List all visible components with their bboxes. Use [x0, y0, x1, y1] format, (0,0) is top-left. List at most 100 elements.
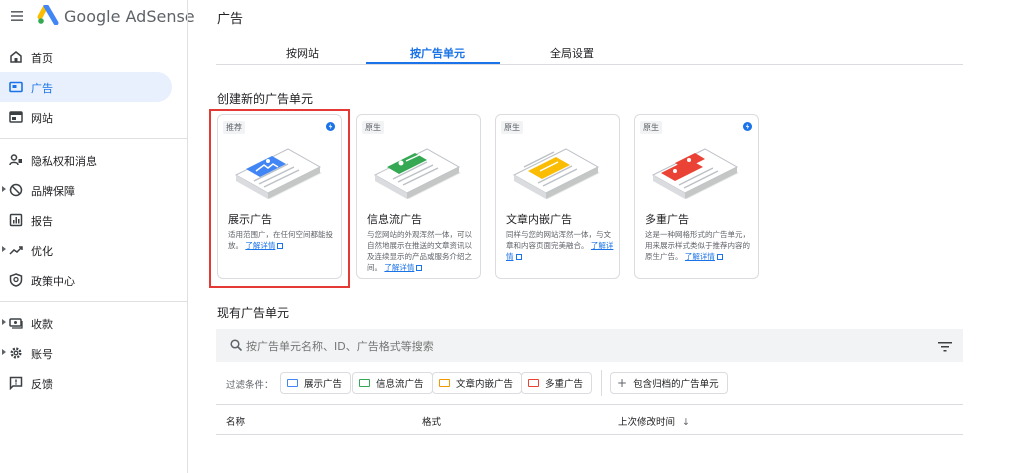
sidebar-item-label: 报告	[31, 215, 53, 228]
card-description: 与您网站的外观浑然一体，可以自然地展示在推送的文章资讯以及连续显示的产品或服务介…	[367, 229, 475, 273]
card-badge: 原生	[501, 121, 523, 134]
sidebar-item-label: 网站	[31, 112, 53, 125]
sidebar-item-label: 收款	[31, 318, 53, 331]
reports-icon	[9, 213, 23, 227]
multiplex-ad-illustration-icon	[651, 148, 739, 199]
tab-by-site[interactable]: 按网站	[286, 45, 319, 61]
external-link-icon	[716, 254, 723, 260]
sites-icon	[9, 111, 23, 123]
sidebar-item-payments[interactable]: 收款	[0, 308, 172, 338]
sidebar-item-label: 广告	[31, 82, 53, 95]
search-input[interactable]	[246, 336, 846, 356]
sidebar: 首页 广告 网站 隐私权和消息 品牌保障 报告 优化 政策中心 收款 账号 反馈	[0, 42, 187, 398]
adsense-logo-icon[interactable]	[37, 5, 59, 25]
ad-units-table-header: 名称 格式 上次修改时间 ↓	[216, 404, 963, 435]
sidebar-item-label: 优化	[31, 245, 53, 258]
sidebar-divider	[187, 34, 188, 473]
sidebar-item-label: 首页	[31, 52, 53, 65]
card-description: 同样与您的网站浑然一体，与文章和内容页面完美融合。 了解详情	[506, 229, 614, 262]
sidebar-item-label: 政策中心	[31, 275, 75, 288]
top-bar: Google AdSense 广告	[0, 0, 1024, 34]
in-feed-ad-illustration-icon	[373, 148, 461, 199]
sidebar-item-ads[interactable]: 广告	[0, 72, 172, 102]
create-section-title: 创建新的广告单元	[217, 92, 314, 106]
payments-icon	[9, 318, 23, 329]
ad-type-card-in-feed[interactable]: 原生 信息流广告 与您网站的外观浑然一体，可以自然地展示在推送的文章资讯以及连续…	[356, 114, 481, 279]
filter-chip-display[interactable]: 展示广告	[280, 372, 352, 394]
sidebar-item-label: 反馈	[31, 378, 53, 391]
sidebar-item-home[interactable]: 首页	[0, 42, 172, 72]
learn-more-link[interactable]: 了解详情	[384, 263, 414, 272]
sidebar-separator	[0, 301, 187, 302]
expand-arrow-icon[interactable]	[2, 246, 6, 252]
sidebar-item-brand-safety[interactable]: 品牌保障	[0, 175, 172, 205]
chip-label: 多重广告	[545, 379, 584, 390]
filter-chip-in-feed[interactable]: 信息流广告	[352, 372, 433, 394]
search-bar	[216, 329, 963, 362]
ad-type-card-in-article[interactable]: 原生 文章内嵌广告 同样与您的网站浑然一体，与文章和内容页面完美融合。 了解详情	[495, 114, 620, 279]
sidebar-item-sites[interactable]: 网站	[0, 102, 172, 132]
card-badge: 原生	[640, 121, 662, 134]
privacy-icon	[9, 154, 22, 166]
plus-icon: +	[617, 376, 628, 390]
sidebar-item-reports[interactable]: 报告	[0, 205, 172, 235]
filter-list-icon[interactable]	[938, 342, 952, 352]
page-title: 广告	[217, 12, 244, 27]
home-icon	[10, 51, 22, 63]
column-header-format[interactable]: 格式	[422, 414, 441, 428]
card-description: 这是一种网格形式的广告单元，用来展示样式类似于推荐内容的原生广告。 了解详情	[645, 229, 753, 262]
existing-section-title: 现有广告单元	[217, 306, 290, 320]
chip-label: 包含归档的广告单元	[633, 379, 719, 390]
sidebar-item-optimization[interactable]: 优化	[0, 235, 172, 265]
sidebar-item-label: 隐私权和消息	[31, 155, 97, 168]
menu-icon[interactable]	[11, 10, 23, 22]
tab-global-settings[interactable]: 全局设置	[550, 45, 594, 61]
expand-arrow-icon[interactable]	[2, 349, 6, 355]
sidebar-item-label: 品牌保障	[31, 185, 75, 198]
learn-more-link[interactable]: 了解详情	[685, 252, 715, 261]
expand-arrow-icon[interactable]	[2, 186, 6, 192]
sidebar-item-policy-center[interactable]: 政策中心	[0, 265, 172, 295]
external-link-icon	[515, 254, 522, 260]
sidebar-item-label: 账号	[31, 348, 53, 361]
card-title: 信息流广告	[367, 213, 422, 226]
gear-icon	[10, 347, 22, 359]
display-ad-chip-icon	[287, 379, 298, 387]
expand-arrow-icon[interactable]	[2, 319, 6, 325]
filter-chip-multiplex[interactable]: 多重广告	[521, 372, 593, 394]
multiplex-ad-chip-icon	[528, 379, 539, 387]
block-icon	[9, 183, 23, 197]
in-article-ad-illustration-icon	[512, 148, 600, 199]
trend-icon	[9, 246, 23, 255]
sidebar-item-privacy[interactable]: 隐私权和消息	[0, 145, 172, 175]
active-tab-indicator	[366, 62, 500, 64]
tab-bar: 按网站 按广告单元 全局设置	[216, 38, 963, 65]
policy-icon	[9, 273, 23, 287]
feedback-icon	[9, 376, 23, 390]
filter-chip-in-article[interactable]: 文章内嵌广告	[432, 372, 523, 394]
sort-arrow-icon: ↓	[682, 417, 691, 428]
filter-chip-include-archived[interactable]: + 包含归档的广告单元	[610, 372, 728, 394]
chip-label: 信息流广告	[376, 379, 424, 390]
sidebar-item-account[interactable]: 账号	[0, 338, 172, 368]
ads-icon	[9, 81, 23, 93]
chip-label: 文章内嵌广告	[456, 379, 514, 390]
filter-label: 过滤条件：	[226, 380, 274, 391]
column-header-name[interactable]: 名称	[226, 414, 245, 428]
tab-by-ad-unit[interactable]: 按广告单元	[410, 45, 465, 61]
card-badge: 原生	[362, 121, 384, 134]
sidebar-separator	[0, 138, 187, 139]
search-icon	[230, 339, 242, 351]
sidebar-item-feedback[interactable]: 反馈	[0, 368, 172, 398]
ad-type-card-multiplex[interactable]: 原生 多重广告 这是一种网格形式的广告单元，用来展示样式类似于推荐内容的原生广告…	[634, 114, 759, 279]
column-header-label: 上次修改时间	[618, 417, 676, 428]
card-title: 文章内嵌广告	[506, 213, 572, 226]
selection-highlight-box	[209, 109, 350, 288]
column-header-last-modified[interactable]: 上次修改时间 ↓	[618, 414, 690, 428]
chip-label: 展示广告	[304, 379, 343, 390]
top-divider	[187, 0, 188, 34]
chip-separator	[601, 370, 602, 396]
in-article-ad-chip-icon	[439, 379, 450, 387]
brand-name[interactable]: Google AdSense	[64, 7, 195, 26]
external-link-icon	[416, 265, 423, 271]
